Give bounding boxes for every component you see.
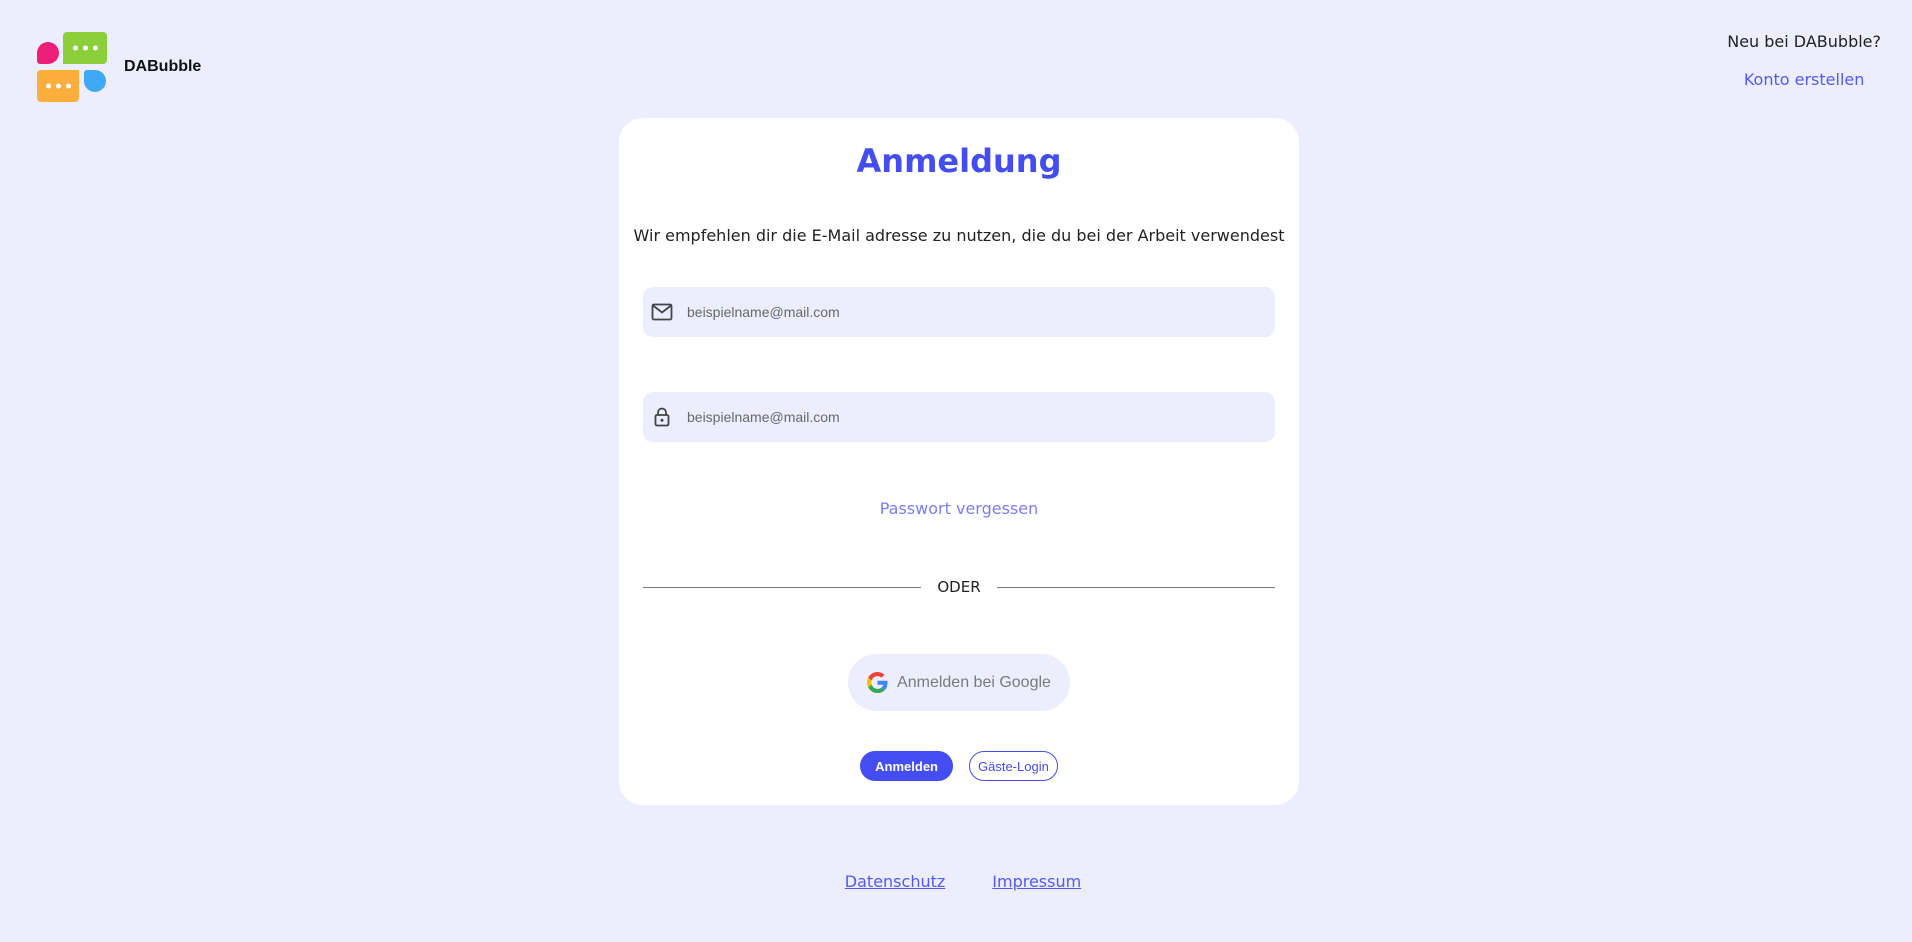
login-button[interactable]: Anmelden [860,751,953,781]
lock-icon [651,406,673,428]
google-login-label: Anmelden bei Google [897,673,1051,691]
login-card: Anmeldung Wir empfehlen dir die E-Mail a… [619,118,1299,805]
create-account-link[interactable]: Konto erstellen [1727,70,1881,89]
logo-bubble-green [63,32,107,64]
logo-bubble-blue [84,70,106,92]
brand-logo[interactable]: DABubble [36,31,201,103]
privacy-link[interactable]: Datenschutz [845,872,945,891]
forgot-password-link[interactable]: Passwort vergessen [619,499,1299,518]
logo-bubble-orange [37,70,79,102]
password-input[interactable] [687,392,1275,442]
or-divider: ODER [643,577,1275,597]
logo-bubble-pink [37,42,59,64]
login-subtitle: Wir empfehlen dir die E-Mail adresse zu … [633,226,1285,245]
guest-login-button[interactable]: Gäste-Login [969,751,1058,781]
password-field[interactable] [643,392,1275,442]
dabubble-logo-icon [36,31,108,103]
signup-prompt: Neu bei DABubble? Konto erstellen [1727,32,1881,89]
google-icon [867,672,888,693]
page-title: Anmeldung [856,142,1062,180]
email-field[interactable] [643,287,1275,337]
action-buttons: Anmelden Gäste-Login [619,751,1299,781]
imprint-link[interactable]: Impressum [992,872,1081,891]
new-user-text: Neu bei DABubble? [1727,32,1881,51]
google-login-button[interactable]: Anmelden bei Google [848,654,1070,711]
email-input[interactable] [687,287,1275,337]
brand-name: DABubble [124,58,202,75]
divider-line-right [997,587,1275,588]
mail-icon [651,301,673,323]
footer: Datenschutz Impressum [0,872,1912,891]
